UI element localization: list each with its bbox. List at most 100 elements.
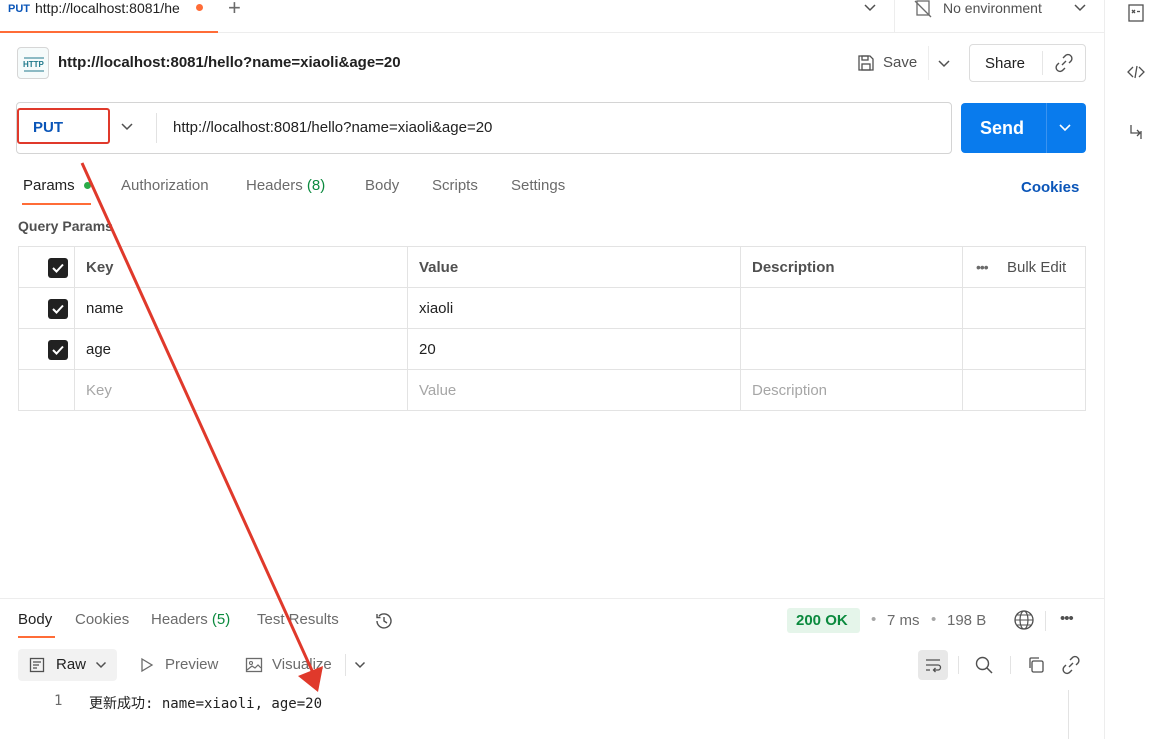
header-description-cell: Description — [741, 247, 963, 288]
environment-selector[interactable]: No environment — [943, 0, 1042, 16]
param-value-cell[interactable]: xiaoli — [408, 288, 741, 329]
new-key-cell[interactable]: Key — [75, 370, 408, 411]
share-button[interactable]: Share — [969, 44, 1086, 82]
method-select[interactable]: PUT — [17, 108, 110, 144]
response-body-text[interactable]: 更新成功: name=xiaoli, age=20 — [89, 693, 322, 713]
param-key-cell[interactable]: age — [75, 329, 408, 370]
bulk-edit-cell: ••• Bulk Edit — [963, 247, 1085, 288]
separator-dot: • — [931, 611, 937, 628]
params-active-dot — [84, 182, 91, 189]
save-options-button[interactable] — [928, 46, 958, 80]
response-time[interactable]: 7 ms — [887, 612, 920, 629]
copy-icon[interactable] — [1026, 655, 1046, 675]
new-param-row: Key Value Description — [19, 370, 1085, 411]
column-header-value: Value — [419, 259, 459, 276]
query-params-title: Query Params — [18, 218, 113, 234]
variables-icon[interactable] — [1126, 3, 1146, 23]
tab-headers[interactable]: Headers (8) — [246, 177, 325, 194]
response-tab-test-results[interactable]: Test Results — [257, 611, 339, 628]
new-description-cell[interactable]: Description — [741, 370, 963, 411]
wrap-lines-button[interactable] — [918, 650, 948, 680]
cookies-link[interactable]: Cookies — [1021, 179, 1079, 196]
tab-authorization[interactable]: Authorization — [121, 177, 209, 194]
status-badge[interactable]: 200 OK — [787, 608, 860, 633]
param-extra-cell — [963, 370, 1085, 411]
chevron-down-icon[interactable] — [353, 658, 367, 672]
divider — [1042, 51, 1043, 75]
param-description-cell[interactable] — [741, 329, 963, 370]
raw-format-button[interactable]: Raw — [18, 649, 117, 681]
response-headers-label: Headers — [151, 611, 208, 628]
param-value-cell[interactable]: 20 — [408, 329, 741, 370]
link-icon[interactable] — [1054, 53, 1074, 73]
param-checkbox[interactable] — [48, 340, 68, 360]
preview-label: Preview — [165, 656, 219, 673]
share-label: Share — [985, 55, 1026, 72]
table-row: name xiaoli — [19, 288, 1085, 329]
param-checkbox[interactable] — [48, 299, 68, 319]
table-header-row: Key Value Description ••• Bulk Edit — [19, 247, 1085, 288]
url-input[interactable] — [173, 119, 933, 136]
save-icon — [858, 55, 874, 71]
column-header-description: Description — [752, 259, 835, 276]
tab-scripts[interactable]: Scripts — [432, 177, 478, 194]
unsaved-dot — [196, 4, 203, 11]
param-key-cell[interactable]: name — [75, 288, 408, 329]
new-value-cell[interactable]: Value — [408, 370, 741, 411]
request-tab[interactable]: PUT http://localhost:8081/he — [0, 0, 218, 33]
new-tab-icon[interactable]: + — [228, 0, 241, 20]
send-button[interactable]: Send — [961, 103, 1086, 153]
param-key: age — [86, 341, 112, 358]
response-tab-cookies[interactable]: Cookies — [75, 611, 129, 628]
header-checkbox-cell — [19, 247, 75, 288]
more-options-icon[interactable]: ••• — [1060, 610, 1074, 627]
param-extra-cell — [963, 329, 1085, 370]
save-button[interactable]: Save — [852, 46, 926, 80]
editor-scrollbar[interactable] — [1068, 690, 1069, 739]
header-value-cell: Value — [408, 247, 741, 288]
separator-dot: • — [871, 611, 877, 628]
param-value: 20 — [419, 341, 436, 358]
tab-headers-count: (8) — [306, 177, 326, 194]
tab-headers-label: Headers — [246, 177, 303, 194]
more-options-icon[interactable]: ••• — [976, 259, 989, 275]
related-collections-icon[interactable] — [1126, 122, 1146, 142]
divider — [894, 0, 895, 33]
visualize-button[interactable]: Visualize — [245, 655, 343, 675]
tab-body[interactable]: Body — [365, 177, 399, 194]
response-tab-headers[interactable]: Headers (5) — [151, 611, 230, 628]
preview-button[interactable]: Preview — [138, 655, 228, 675]
right-sidebar — [1104, 0, 1154, 739]
response-tab-body[interactable]: Body — [18, 611, 52, 628]
select-all-checkbox[interactable] — [48, 258, 68, 278]
http-request-icon: HTTP — [17, 47, 49, 79]
tab-url-label: http://localhost:8081/he — [35, 0, 180, 16]
table-row: age 20 — [19, 329, 1085, 370]
chevron-down-icon[interactable] — [119, 119, 135, 135]
param-description-cell[interactable] — [741, 288, 963, 329]
tab-settings[interactable]: Settings — [511, 177, 565, 194]
tab-params[interactable]: Params — [23, 177, 75, 194]
query-params-table: Key Value Description ••• Bulk Edit name… — [18, 246, 1086, 411]
check-icon — [52, 263, 64, 273]
chevron-down-icon[interactable] — [1072, 0, 1088, 16]
history-icon[interactable] — [374, 611, 394, 631]
chevron-down-icon[interactable] — [1057, 120, 1073, 136]
active-tab-indicator — [22, 203, 91, 205]
link-icon[interactable] — [1061, 655, 1081, 675]
divider — [1046, 103, 1047, 153]
code-icon[interactable] — [1126, 62, 1146, 82]
column-header-key: Key — [86, 259, 114, 276]
divider — [1045, 611, 1046, 631]
chevron-down-icon[interactable] — [862, 0, 878, 16]
globe-icon[interactable] — [1013, 609, 1035, 631]
bulk-edit-button[interactable]: Bulk Edit — [1007, 259, 1066, 276]
search-icon[interactable] — [974, 655, 994, 675]
save-label: Save — [883, 54, 918, 71]
method-label: PUT — [33, 119, 63, 136]
request-title[interactable]: http://localhost:8081/hello?name=xiaoli&… — [58, 54, 401, 71]
chevron-down-icon — [938, 60, 950, 68]
response-divider[interactable] — [0, 598, 1104, 599]
active-tab-indicator — [18, 636, 55, 638]
response-size[interactable]: 198 B — [947, 612, 986, 629]
